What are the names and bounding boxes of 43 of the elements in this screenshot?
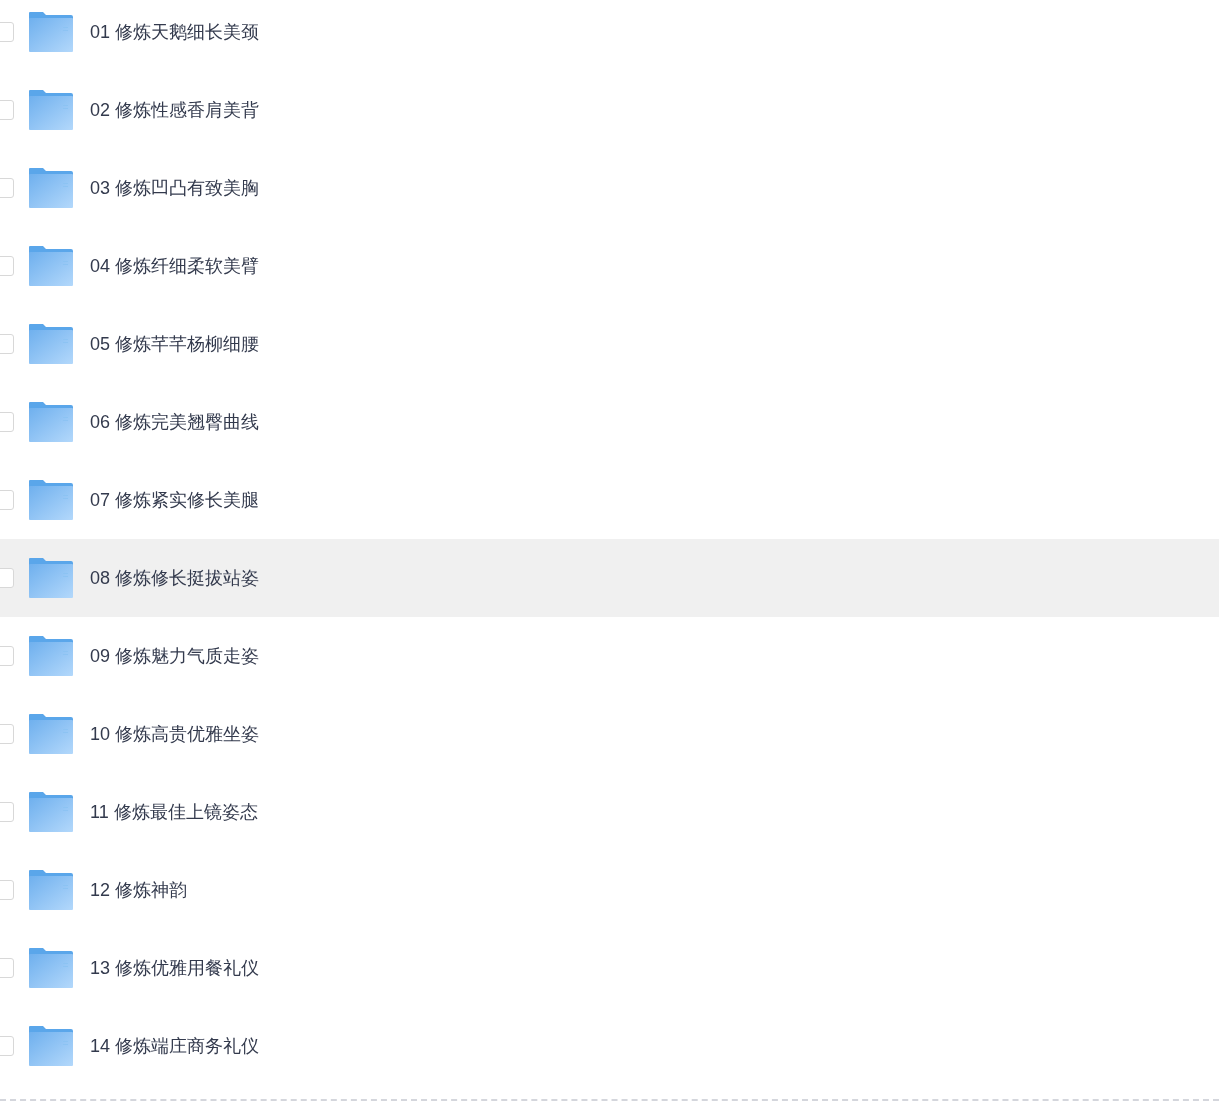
folder-name[interactable]: 05 修炼芊芊杨柳细腰 xyxy=(90,330,260,358)
checkbox[interactable] xyxy=(0,100,14,120)
checkbox[interactable] xyxy=(0,490,14,510)
folder-name[interactable]: 06 修炼完美翘臀曲线 xyxy=(90,408,260,436)
checkbox[interactable] xyxy=(0,1036,14,1056)
checkbox[interactable] xyxy=(0,22,14,42)
folder-name[interactable]: 12 修炼神韵 xyxy=(90,876,188,904)
checkbox[interactable] xyxy=(0,802,14,822)
folder-icon xyxy=(29,714,73,754)
folder-icon xyxy=(29,168,73,208)
folder-name[interactable]: 01 修炼天鹅细长美颈 xyxy=(90,18,260,46)
folder-name[interactable]: 14 修炼端庄商务礼仪 xyxy=(90,1032,260,1060)
checkbox[interactable] xyxy=(0,256,14,276)
checkbox[interactable] xyxy=(0,646,14,666)
checkbox[interactable] xyxy=(0,568,14,588)
checkbox[interactable] xyxy=(0,412,14,432)
folder-icon xyxy=(29,90,73,130)
folder-icon xyxy=(29,792,73,832)
folder-row[interactable]: 08 修炼修长挺拔站姿 xyxy=(0,539,1219,617)
folder-icon xyxy=(29,402,73,442)
folder-name[interactable]: 10 修炼高贵优雅坐姿 xyxy=(90,720,260,748)
folder-icon xyxy=(29,324,73,364)
checkbox[interactable] xyxy=(0,334,14,354)
folder-name[interactable]: 04 修炼纤细柔软美臂 xyxy=(90,252,260,280)
checkbox[interactable] xyxy=(0,880,14,900)
folder-name[interactable]: 09 修炼魅力气质走姿 xyxy=(90,642,260,670)
folder-name[interactable]: 11 修炼最佳上镜姿态 xyxy=(90,798,258,826)
folder-icon xyxy=(29,948,73,988)
folder-name[interactable]: 02 修炼性感香肩美背 xyxy=(90,96,260,124)
checkbox[interactable] xyxy=(0,178,14,198)
folder-icon xyxy=(29,480,73,520)
checkbox[interactable] xyxy=(0,958,14,978)
folder-icon xyxy=(29,636,73,676)
folder-name[interactable]: 07 修炼紧实修长美腿 xyxy=(90,486,260,514)
folder-icon xyxy=(29,246,73,286)
folder-icon xyxy=(29,1026,73,1066)
folder-icon xyxy=(29,558,73,598)
folder-icon xyxy=(29,870,73,910)
folder-name[interactable]: 13 修炼优雅用餐礼仪 xyxy=(90,954,260,982)
folder-icon xyxy=(29,12,73,52)
folder-name[interactable]: 03 修炼凹凸有致美胸 xyxy=(90,174,260,202)
checkbox[interactable] xyxy=(0,724,14,744)
folder-name[interactable]: 08 修炼修长挺拔站姿 xyxy=(90,564,260,592)
